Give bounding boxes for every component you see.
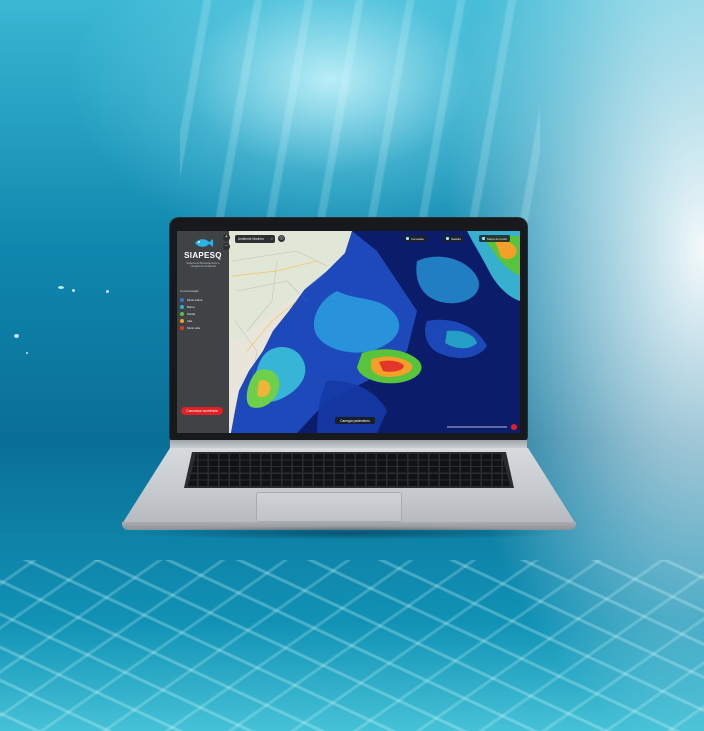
search-value: Ambiente Marinho	[238, 237, 264, 241]
laptop-shadow	[132, 526, 566, 540]
legend-title: Concentração	[180, 289, 199, 293]
basemap-label: Mapa de fundo	[487, 236, 508, 241]
laptop-lid: SIAPESQ Sistema de Monitoramento e Intel…	[170, 218, 527, 440]
load-parameters-button[interactable]: Carregar parâmetros	[335, 417, 375, 424]
legend-item: Baixa	[180, 303, 226, 310]
concentration-legend: Concentração Muito baixa Baixa Média Alt…	[180, 289, 226, 331]
locate-button[interactable]: ◎	[278, 235, 285, 242]
legend-label: Muito baixa	[187, 297, 203, 302]
legend-swatch	[180, 304, 184, 309]
app-logo[interactable]: SIAPESQ Sistema de Monitoramento e Intel…	[181, 237, 225, 273]
satellite-icon	[446, 237, 449, 240]
layers-button[interactable]: Camadas	[403, 235, 427, 242]
trackpad	[256, 492, 402, 522]
logo-text: SIAPESQ	[184, 251, 222, 260]
legend-item: Média	[180, 310, 226, 317]
legend-label: Alta	[187, 318, 193, 323]
bubble	[72, 289, 75, 292]
map-icon	[482, 237, 485, 240]
search-input[interactable]: Ambiente Marinho ×	[235, 235, 275, 243]
bubble	[58, 286, 64, 289]
water-caustics	[0, 560, 704, 731]
zoom-in-button[interactable]: +	[223, 234, 230, 241]
logo-subtitle: Sistema de Monitoramento e Inteligência …	[186, 262, 220, 268]
legend-label: Muito alta	[187, 325, 201, 330]
bubble	[14, 334, 19, 338]
zoom-out-button[interactable]: −	[223, 243, 230, 250]
legend-item: Muito alta	[180, 324, 226, 331]
help-button[interactable]	[511, 424, 517, 430]
clear-search-icon[interactable]: ×	[271, 236, 273, 241]
laptop-hinge	[170, 440, 527, 448]
scale-bar	[447, 426, 507, 428]
legend-item: Alta	[180, 317, 226, 324]
report-occurrence-button[interactable]: Comunicar ocorrência	[181, 407, 223, 415]
satellite-button[interactable]: Satélite	[443, 235, 465, 242]
laptop-screen: SIAPESQ Sistema de Monitoramento e Intel…	[177, 231, 520, 433]
fish-logo-icon	[195, 239, 213, 247]
legend-item: Muito baixa	[180, 296, 226, 303]
sidebar: SIAPESQ Sistema de Monitoramento e Intel…	[177, 231, 229, 433]
basemap-button[interactable]: Mapa de fundo	[479, 235, 511, 242]
light-rays	[180, 0, 540, 250]
legend-swatch	[180, 318, 184, 323]
satellite-label: Satélite	[451, 236, 462, 241]
legend-label: Média	[187, 311, 196, 316]
legend-swatch	[180, 325, 184, 330]
layers-icon	[406, 237, 409, 240]
laptop: SIAPESQ Sistema de Monitoramento e Intel…	[122, 216, 576, 540]
bubble	[26, 352, 28, 354]
bubble	[106, 290, 109, 293]
legend-swatch	[180, 311, 184, 316]
legend-swatch	[180, 297, 184, 302]
legend-label: Baixa	[187, 304, 195, 309]
keyboard-keys	[188, 454, 510, 486]
layers-label: Camadas	[411, 236, 424, 241]
